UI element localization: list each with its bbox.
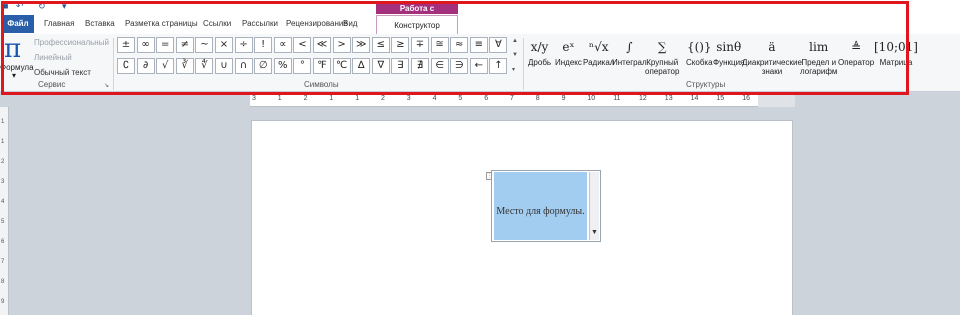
ruler-tick-label: 9 — [561, 95, 566, 102]
ruler-tick-label: 6 — [484, 95, 489, 102]
ruler-tick-label: 14 — [690, 95, 699, 102]
ruler-tick-label: 1 — [1, 119, 5, 125]
drag-handle-icon[interactable]: ⋮ — [486, 172, 492, 180]
ruler-tick-label: 3 — [252, 95, 256, 102]
ribbon-highlight-frame — [1, 1, 909, 95]
ruler-tick-label: 7 — [510, 95, 514, 102]
ruler-margin-right — [758, 95, 795, 107]
ruler-tick-label: 13 — [664, 95, 673, 102]
ruler-tick-label: 8 — [1, 279, 5, 285]
ruler-tick-label: 5 — [1, 219, 5, 225]
ruler-tick-label: 3 — [406, 95, 411, 102]
horizontal-ruler[interactable]: 31211234567891011121314151617 — [250, 95, 795, 107]
chevron-down-icon[interactable]: ▼ — [591, 229, 598, 236]
ruler-tick-label: 4 — [1, 199, 5, 205]
ruler-tick-label: 15 — [716, 95, 725, 102]
ruler-tick-label: 10 — [587, 95, 596, 102]
ruler-tick-label: 2 — [381, 95, 385, 102]
ruler-tick-label: 7 — [1, 259, 5, 265]
ruler-tick-label: 2 — [303, 95, 308, 102]
equation-placeholder[interactable]: Место для формулы. — [494, 206, 587, 217]
ruler-tick-label: 12 — [639, 95, 647, 102]
vertical-ruler[interactable]: 1 1 2 3 4 5 6 7 8 9 — [0, 107, 9, 315]
ruler-tick-label: 1 — [355, 95, 360, 102]
ruler-tick-label: 5 — [458, 95, 463, 102]
ruler-tick-label: 1 — [1, 139, 5, 145]
ruler-tick-label: 8 — [535, 95, 540, 102]
ruler-tick-label: 4 — [432, 95, 437, 102]
ruler-tick-label: 11 — [613, 95, 621, 102]
ruler-tick-label: 1 — [277, 95, 282, 102]
ruler-tick-label: 1 — [329, 95, 334, 102]
ruler-tick-label: 16 — [742, 95, 750, 102]
ruler-tick-label: 2 — [1, 159, 5, 165]
ruler-tick-label: 6 — [1, 239, 5, 245]
ruler-tick-label: 9 — [1, 299, 5, 305]
ruler-tick-label: 3 — [1, 179, 5, 185]
